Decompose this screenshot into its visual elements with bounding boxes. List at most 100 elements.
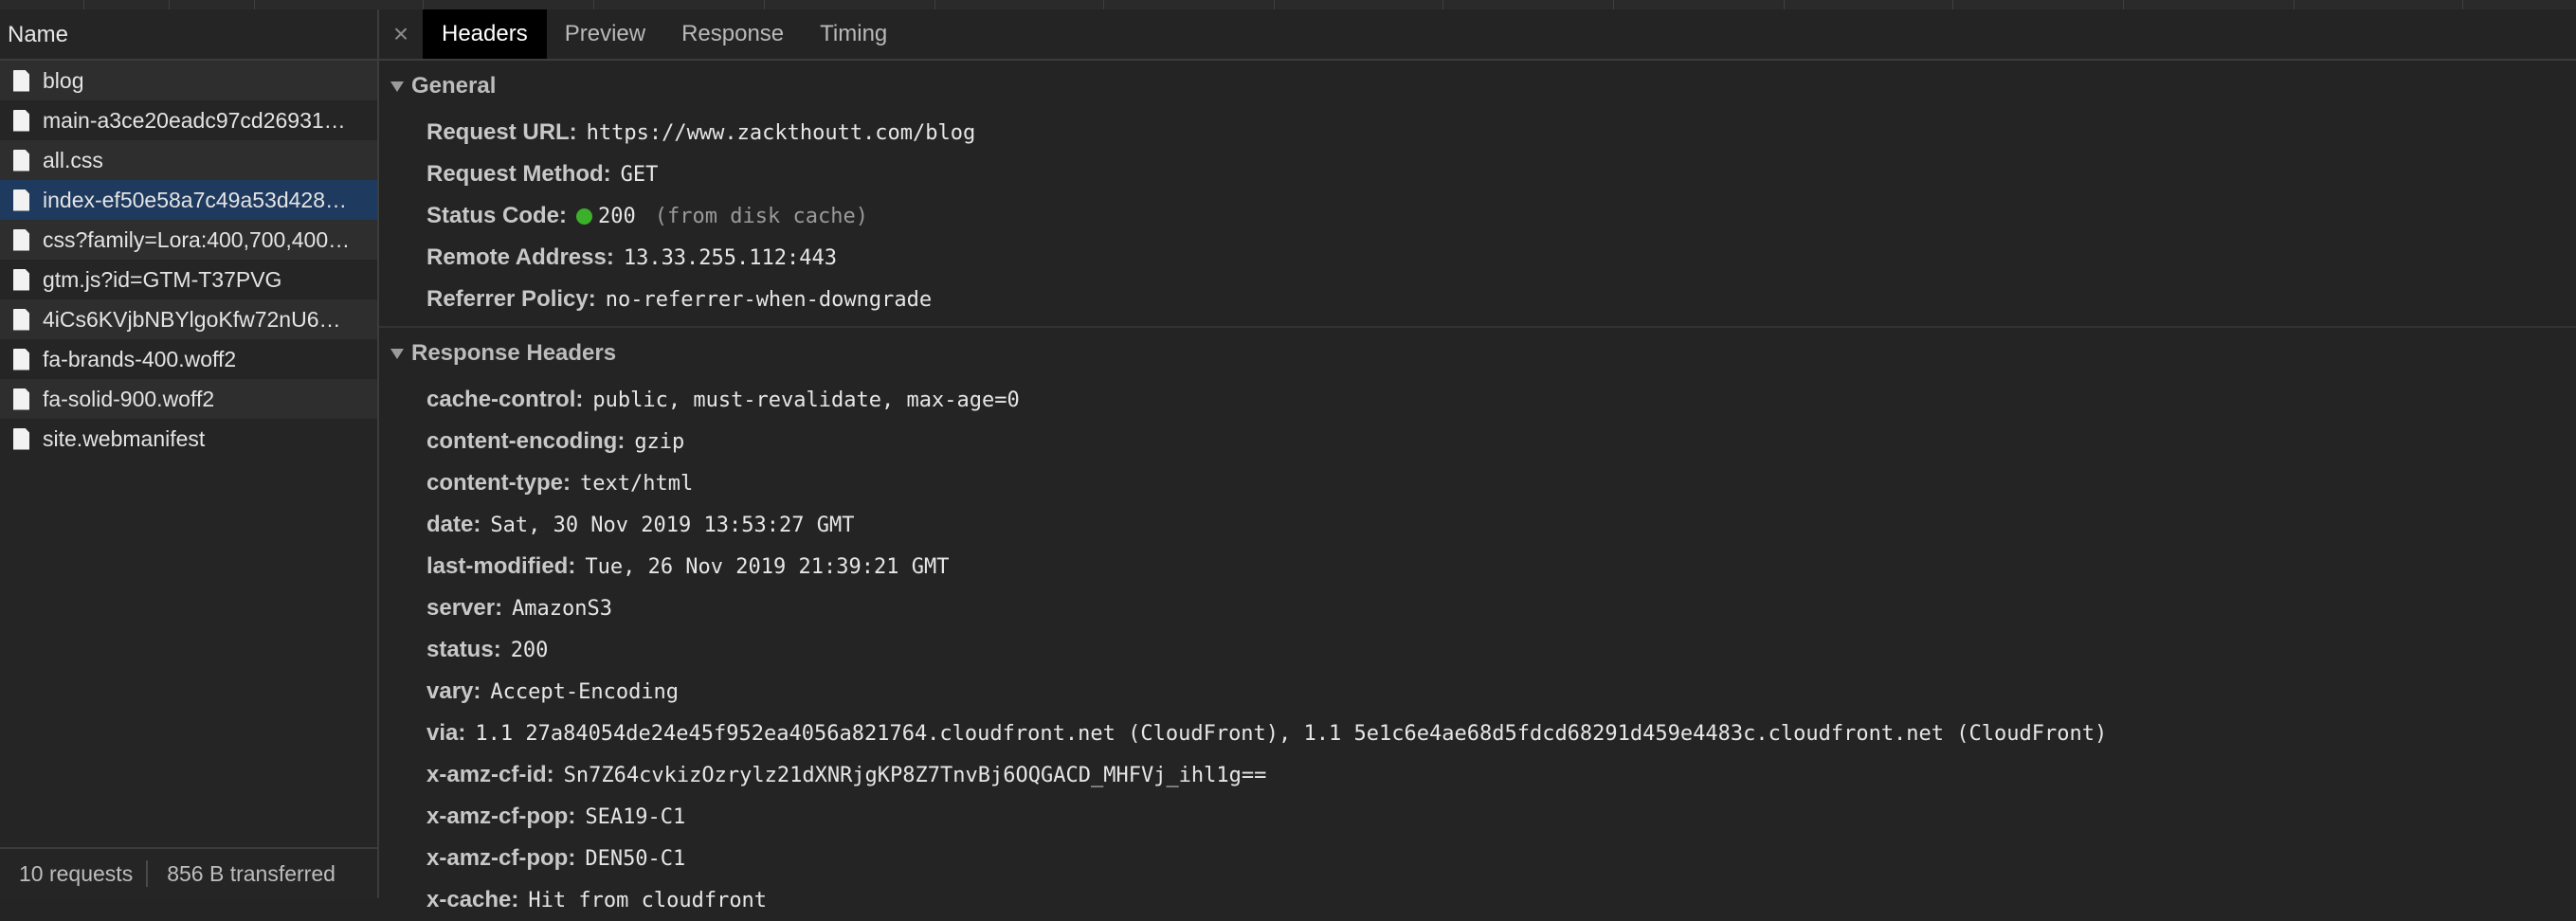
response-header-row: x-amz-cf-pop: SEA19-C1 (379, 796, 2576, 838)
general-title: General (411, 73, 497, 99)
response-header-row: vary: Accept-Encoding (379, 671, 2576, 713)
response-header-row: last-modified: Tue, 26 Nov 2019 21:39:21… (379, 546, 2576, 587)
document-icon (13, 109, 29, 132)
general-section: General Request URL: https://www.zacktho… (379, 61, 2576, 328)
close-icon[interactable]: × (379, 9, 423, 59)
waterfall-tick (1613, 0, 1614, 9)
waterfall-tick (1784, 0, 1785, 9)
document-icon (13, 268, 29, 291)
tab-timing[interactable]: Timing (802, 9, 905, 59)
header-value: text/html (580, 471, 694, 496)
header-value: SEA19-C1 (585, 804, 686, 829)
request-name: gtm.js?id=GTM-T37PVG (43, 266, 282, 292)
response-header-row: date: Sat, 30 Nov 2019 13:53:27 GMT (379, 504, 2576, 546)
tab-headers[interactable]: Headers (423, 9, 547, 59)
header-value: Hit from cloudfront (528, 888, 768, 912)
header-value: Tue, 26 Nov 2019 21:39:21 GMT (585, 554, 950, 579)
remote-address-row: Remote Address: 13.33.255.112:443 (379, 237, 2576, 279)
waterfall-tick (764, 0, 765, 9)
tab-response[interactable]: Response (663, 9, 802, 59)
header-key: Remote Address: (426, 244, 614, 270)
request-list-panel: Name blog main-a3ce20eadc97cd26931… all.… (0, 9, 379, 898)
response-header-row: content-type: text/html (379, 462, 2576, 504)
header-key: x-amz-cf-id: (426, 762, 554, 787)
header-key: vary: (426, 678, 481, 704)
response-header-row: via: 1.1 27a84054de24e45f952ea4056a82176… (379, 713, 2576, 754)
header-key: x-cache: (426, 887, 519, 912)
header-key: date: (426, 512, 481, 537)
header-value: DEN50-C1 (585, 846, 686, 871)
referrer-policy-row: Referrer Policy: no-referrer-when-downgr… (379, 279, 2576, 320)
waterfall-tick (254, 0, 255, 9)
header-key: x-amz-cf-pop: (426, 845, 576, 871)
request-method-row: Request Method: GET (379, 154, 2576, 195)
header-value: 200 (510, 638, 549, 662)
waterfall-tick (423, 0, 424, 9)
request-row[interactable]: fa-brands-400.woff2 (0, 339, 377, 379)
name-column-header[interactable]: Name (0, 9, 377, 61)
request-name: css?family=Lora:400,700,400… (43, 226, 351, 252)
document-icon (13, 348, 29, 370)
request-row[interactable]: blog (0, 61, 377, 100)
header-value: public, must-revalidate, max-age=0 (592, 388, 1020, 412)
header-key: Request URL: (426, 119, 577, 145)
request-name: fa-brands-400.woff2 (43, 346, 237, 371)
waterfall-tick (934, 0, 935, 9)
request-name: site.webmanifest (43, 425, 206, 451)
request-row[interactable]: site.webmanifest (0, 419, 377, 459)
waterfall-tick (2462, 0, 2463, 9)
header-key: last-modified: (426, 553, 576, 579)
response-header-row: x-amz-cf-pop: DEN50-C1 (379, 838, 2576, 879)
transferred-size: 856 B transferred (167, 860, 336, 886)
tab-preview[interactable]: Preview (547, 9, 663, 59)
request-count: 10 requests (19, 860, 134, 886)
general-section-header[interactable]: General (379, 61, 2576, 112)
document-icon (13, 189, 29, 211)
waterfall-tick (1952, 0, 1953, 9)
header-key: x-amz-cf-pop: (426, 804, 576, 829)
response-header-row: content-encoding: gzip (379, 421, 2576, 462)
header-value: AmazonS3 (512, 596, 613, 621)
document-icon (13, 228, 29, 251)
status-code-row: Status Code: 200 (from disk cache) (379, 195, 2576, 237)
waterfall-tick (2294, 0, 2295, 9)
request-row[interactable]: 4iCs6KVjbNBYlgoKfw72nU6… (0, 299, 377, 339)
request-name: main-a3ce20eadc97cd26931… (43, 107, 346, 133)
request-name: index-ef50e58a7c49a53d428… (43, 187, 347, 212)
header-value: no-referrer-when-downgrade (605, 287, 933, 312)
header-value: https://www.zackthoutt.com/blog (586, 120, 976, 145)
waterfall-tick (1442, 0, 1443, 9)
waterfall-tick (593, 0, 594, 9)
response-headers-section-header[interactable]: Response Headers (379, 328, 2576, 379)
status-note: (from disk cache) (654, 204, 868, 228)
header-key: Referrer Policy: (426, 286, 596, 312)
header-value: gzip (634, 429, 685, 454)
response-headers-section: Response Headers cache-control: public, … (379, 328, 2576, 921)
header-value: Accept-Encoding (490, 679, 680, 704)
waterfall-tick (2123, 0, 2124, 9)
document-icon (13, 308, 29, 331)
response-header-row: cache-control: public, must-revalidate, … (379, 379, 2576, 421)
request-row-selected[interactable]: index-ef50e58a7c49a53d428… (0, 180, 377, 220)
header-key: content-encoding: (426, 428, 626, 454)
response-header-row: status: 200 (379, 629, 2576, 671)
network-status-bar: 10 requests 856 B transferred (0, 847, 377, 898)
waterfall-tick (1274, 0, 1275, 9)
waterfall-tick (83, 0, 84, 9)
response-header-row: x-amz-cf-id: Sn7Z64cvkizOzrylz21dXNRjgKP… (379, 754, 2576, 796)
header-value: Sn7Z64cvkizOzrylz21dXNRjgKP8Z7TnvBj6OQGA… (563, 763, 1267, 787)
status-ok-icon (576, 208, 593, 225)
request-row[interactable]: fa-solid-900.woff2 (0, 379, 377, 419)
request-row[interactable]: main-a3ce20eadc97cd26931… (0, 100, 377, 140)
request-row[interactable]: gtm.js?id=GTM-T37PVG (0, 260, 377, 299)
disclosure-triangle-icon (390, 81, 404, 92)
document-icon (13, 388, 29, 410)
request-row[interactable]: css?family=Lora:400,700,400… (0, 220, 377, 260)
response-headers-title: Response Headers (411, 340, 617, 366)
header-key: via: (426, 720, 466, 746)
disclosure-triangle-icon (390, 348, 404, 359)
request-row[interactable]: all.css (0, 140, 377, 180)
header-value: Sat, 30 Nov 2019 13:53:27 GMT (490, 513, 855, 537)
header-key: content-type: (426, 470, 571, 496)
document-icon (13, 149, 29, 172)
